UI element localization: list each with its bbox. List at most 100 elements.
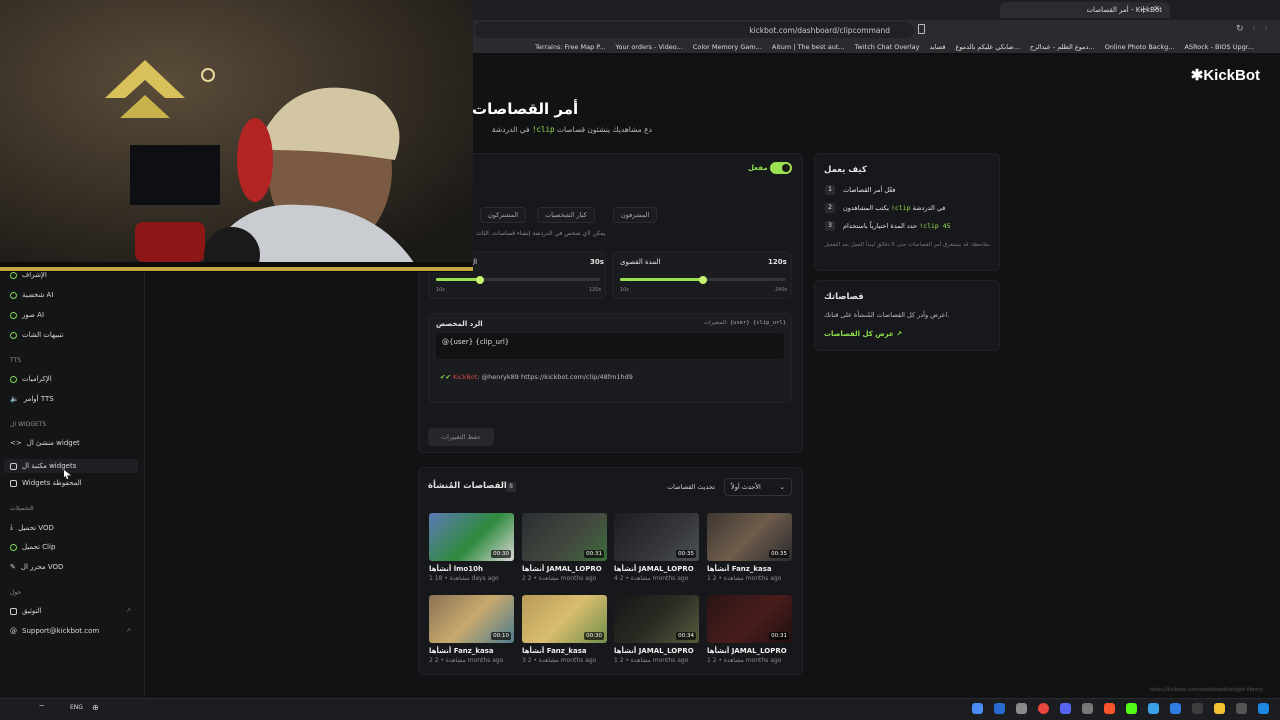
close-tab-icon[interactable]: ✕ [1153, 4, 1160, 13]
tab-title: أمر القصاصات - KickBot [1086, 6, 1162, 14]
step-command: !clip 45 [919, 222, 951, 230]
clip-meta: 2 مشاهدة • 2 months ago [522, 575, 597, 582]
slider-handle[interactable] [476, 275, 485, 284]
subtitle-command: !clip [531, 125, 555, 134]
sidebar-item-chat-alerts[interactable]: تنبيهات الشات [10, 331, 64, 339]
subtitle-rest: دع مشاهديك ينشئون قصاصات [556, 125, 652, 134]
sidebar-item-label: الإشراف [22, 271, 47, 279]
status-url: https://kickbot.com/dashboard/widget-lib… [1150, 687, 1263, 693]
clip-thumbnail: 00:31 [707, 595, 792, 643]
clip-thumbnail: 00:10 [429, 595, 514, 643]
clip-thumbnail: 00:31 [522, 513, 607, 561]
mic-icon[interactable]: ⊕ [92, 703, 99, 712]
sidebar-section-tts: TTS [10, 357, 22, 364]
bookmark-item[interactable]: Color Memory Gam... [693, 43, 762, 51]
code-icon: <> [10, 439, 22, 447]
kick-icon[interactable] [1126, 703, 1137, 714]
url-text: kickbot.com/dashboard/clipcommand [749, 25, 890, 35]
slider-fill [620, 278, 703, 281]
forward-icon[interactable]: › [1264, 24, 1268, 34]
clip-thumbnail: 00:35 [707, 513, 792, 561]
save-changes-button[interactable]: حفظ التغييرات [428, 428, 494, 446]
link-label: عرض كل القصاصات [824, 330, 894, 338]
role-chip-moderators[interactable]: المشرفون [613, 207, 658, 223]
sidebar-item-label: Widgets المحفوظة [22, 479, 82, 487]
chrome-icon[interactable] [1038, 703, 1049, 714]
bookmark-item[interactable]: Online Photo Backg... [1105, 43, 1175, 51]
bookmark-item[interactable]: صابكي عليكم بالدموع... [955, 43, 1019, 51]
url-field[interactable]: kickbot.com/dashboard/clipcommand [474, 22, 914, 38]
brave-icon[interactable] [1104, 703, 1115, 714]
roles-hint: يمكن لأي شخص في الدردشة إنشاء قصاصات. ال… [476, 230, 606, 237]
taskbar-app-icon[interactable] [1148, 703, 1159, 714]
sidebar-item-label: Support@kickbot.com [22, 627, 100, 635]
refresh-clips-button[interactable]: تحديث القصاصات [667, 483, 715, 491]
start-icon[interactable] [1258, 703, 1269, 714]
taskbar-app-icon[interactable] [1192, 703, 1203, 714]
language-indicator[interactable]: ENG [70, 704, 83, 711]
clip-duration: 00:31 [584, 550, 604, 558]
folder-icon[interactable] [1214, 703, 1225, 714]
sidebar-item-ai-persona[interactable]: شخصية AI [10, 291, 53, 299]
step-number: 1 [825, 185, 835, 195]
kickbot-logo[interactable]: ✱KickBot [1191, 66, 1260, 84]
reload-icon[interactable]: ↻ [1236, 24, 1244, 34]
discord-icon[interactable] [1060, 703, 1071, 714]
default-max-label: 120s [589, 287, 602, 293]
view-all-clips-link[interactable]: عرض كل القصاصات ↗ [824, 330, 902, 338]
role-chip-vips[interactable]: كبار الشخصيات [537, 207, 595, 223]
step-text: يكتب المشاهدون !clip في الدردشة [843, 204, 945, 212]
taskbar-app-icon[interactable] [1016, 703, 1027, 714]
sidebar-item-docs[interactable]: التوثيق [10, 607, 42, 615]
sidebar-item-clip-download[interactable]: تحميل Clip [10, 543, 55, 551]
taskbar-app-icon[interactable] [972, 703, 983, 714]
badge-icon: ✔✔ [440, 373, 451, 381]
custom-reply-input[interactable]: @{user} {clip_url} [436, 333, 784, 359]
bookmark-item[interactable]: دموع الظلم - عبدالرح... [1030, 43, 1095, 51]
bookmark-item[interactable]: Your orders - Video... [615, 43, 682, 51]
wifi-icon[interactable]: ⌔ [38, 703, 46, 713]
chevron-down-icon: ⌄ [779, 483, 785, 491]
bookmark-item[interactable]: قصايد [929, 43, 945, 51]
folder-icon [10, 479, 17, 487]
clips-count-badge: 8 [506, 482, 516, 492]
max-duration-slider[interactable] [620, 275, 786, 284]
speaker-icon: 🔈 [10, 395, 19, 403]
bookmark-item[interactable]: Twitch Chat Overlay [855, 43, 920, 51]
back-icon[interactable]: ‹ [1252, 24, 1256, 34]
pencil-icon: ✎ [10, 563, 16, 571]
sidebar-item-tts-commands[interactable]: 🔈 أوامر TTS [10, 395, 54, 403]
bookmark-icon[interactable] [918, 24, 925, 34]
new-tab-icon[interactable]: ＋ [1139, 3, 1148, 16]
default-duration-slider[interactable] [436, 275, 600, 284]
max-duration-label: المدة القصوى [620, 258, 661, 266]
enable-toggle[interactable] [770, 162, 792, 174]
step-main: حدد المدة اختيارياً باستخدام [843, 222, 918, 230]
search-icon[interactable] [1236, 703, 1247, 714]
role-chip-subscribers[interactable]: المشتركون [480, 207, 527, 223]
clip-duration: 00:10 [491, 632, 511, 640]
edge-icon[interactable] [1170, 703, 1181, 714]
taskbar-app-icon[interactable] [994, 703, 1005, 714]
sidebar-item-widget-library[interactable]: مكتبة ال widgets [4, 459, 138, 473]
bookmark-item[interactable]: ASRock - BIOS Upgr... [1184, 43, 1254, 51]
sidebar-item-saved-widgets[interactable]: Widgets المحفوظة [10, 479, 82, 487]
clip-duration: 00:34 [676, 632, 696, 640]
sidebar-item-ai-images[interactable]: صور AI [10, 311, 44, 319]
slider-handle[interactable] [699, 275, 707, 284]
clip-duration: 00:35 [769, 550, 789, 558]
clip-author: أنشأها JAMAL_LOPRO [707, 647, 787, 655]
external-link-icon: ↗ [126, 607, 132, 614]
sidebar-item-moderation[interactable]: الإشراف [10, 271, 47, 279]
sidebar-item-support[interactable]: @ Support@kickbot.com [10, 627, 99, 635]
max-max-label: 240s [775, 287, 788, 293]
sidebar-item-vod-download[interactable]: ⤓ تحميل VOD [10, 523, 54, 532]
sidebar-item-widget-builder[interactable]: <> منشئ ال widget [10, 439, 80, 447]
sidebar-item-vod-editor[interactable]: ✎ محرر ال VOD [10, 563, 63, 571]
taskbar-app-icon[interactable] [1082, 703, 1093, 714]
sidebar-item-tips[interactable]: الإكراميات [10, 375, 52, 383]
sort-select[interactable]: الأحدث أولاً ⌄ [724, 478, 792, 496]
bookmark-item[interactable]: Terrains: Free Map P... [535, 43, 605, 51]
bookmark-item[interactable]: Aitum | The best aut... [772, 43, 845, 51]
clip-thumbnail: 00:30 [522, 595, 607, 643]
